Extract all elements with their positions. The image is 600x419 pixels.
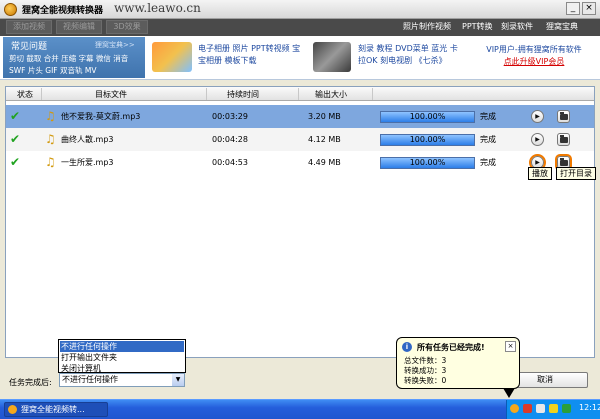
info-icon: i [402, 342, 412, 352]
minimize-button[interactable]: _ [566, 2, 580, 15]
table-header: 状态 目标文件 持续时间 输出大小 [6, 87, 594, 101]
faq-panel: 常见问题 狸窝宝典>> 剪切 截取 合并 压缩 字幕 微信 消音 SWF 片头 … [3, 37, 145, 78]
progress-bar: 100.00% [380, 157, 475, 169]
table-row[interactable]: ✔ ♫ 他不爱我-莫文蔚.mp3 00:03:29 3.20 MB 100.00… [6, 105, 594, 128]
leawo-tray-icon[interactable] [510, 404, 519, 413]
ppt-promo-icon[interactable] [152, 42, 192, 72]
dvd-promo-icon[interactable] [313, 42, 351, 72]
burn-links[interactable]: 刻录 教程 DVD菜单 蓝光 卡拉OK 刻电视剧 《七杀》 [358, 43, 462, 67]
target-file-name: 曲终人散.mp3 [61, 135, 114, 144]
column-target-file[interactable]: 目标文件 [86, 89, 136, 100]
duration-value: 00:03:29 [212, 112, 248, 121]
duration-value: 00:04:28 [212, 135, 248, 144]
task-table: 状态 目标文件 持续时间 输出大小 ✔ ♫ 他不爱我-莫文蔚.mp3 00:03… [5, 86, 596, 358]
title-bar: 狸窝全能视频转换器 www.leawo.cn _ × [0, 0, 600, 19]
vip-upgrade-link[interactable]: 点此升级VIP会员 [470, 56, 598, 68]
balloon-close-button[interactable]: × [505, 341, 516, 352]
add-video-button[interactable]: 添加视频 [6, 20, 52, 34]
system-tray: 12:12 [506, 400, 600, 419]
shield-icon[interactable] [523, 404, 532, 413]
progress-bar: 100.00% [380, 134, 475, 146]
status-text: 完成 [480, 112, 496, 121]
output-size-value: 4.49 MB [308, 158, 341, 167]
progress-bar: 100.00% [380, 111, 475, 123]
taskbar: 狸窝全能视频转... 12:12 [0, 399, 600, 419]
option-no-action[interactable]: 不进行任何操作 [60, 341, 184, 352]
open-folder-button[interactable] [557, 133, 570, 146]
music-note-icon: ♫ [45, 155, 56, 169]
after-complete-label: 任务完成后: [9, 378, 52, 387]
folder-icon [560, 112, 568, 120]
table-row[interactable]: ✔ ♫ 一生所爱.mp3 00:04:53 4.49 MB 100.00% 完成… [6, 151, 594, 174]
option-open-output-folder[interactable]: 打开输出文件夹 [60, 352, 184, 363]
window-title: 狸窝全能视频转换器 [22, 6, 104, 16]
after-complete-dropdown: 不进行任何操作 打开输出文件夹 关闭计算机 [58, 339, 186, 373]
chevron-down-icon[interactable]: ▼ [172, 374, 184, 386]
check-icon: ✔ [10, 132, 21, 146]
close-button[interactable]: × [582, 2, 596, 15]
column-duration[interactable]: 持续时间 [218, 89, 268, 100]
folder-icon [560, 158, 568, 166]
open-folder-tooltip: 打开目录 [556, 167, 596, 180]
output-size-value: 3.20 MB [308, 112, 341, 121]
app-window: 狸窝全能视频转换器 www.leawo.cn _ × 添加视频 视频编辑 3D效… [0, 0, 600, 399]
menu-burn-software[interactable]: 刻录软件 [501, 21, 533, 33]
music-note-icon: ♫ [45, 132, 56, 146]
site-url: www.leawo.cn [114, 1, 201, 15]
menu-photo-video[interactable]: 照片制作视频 [403, 21, 451, 33]
column-status[interactable]: 状态 [14, 89, 36, 100]
total-files-text: 总文件数：3 [404, 356, 447, 365]
output-size-value: 4.12 MB [308, 135, 341, 144]
network-icon[interactable] [536, 404, 545, 413]
status-text: 完成 [480, 158, 496, 167]
duration-value: 00:04:53 [212, 158, 248, 167]
success-count-text: 转换成功：3 [404, 366, 447, 375]
column-divider [298, 88, 299, 100]
after-complete-select[interactable]: 不进行任何操作 ▼ [59, 373, 185, 387]
target-file-name: 一生所爱.mp3 [61, 158, 114, 167]
faq-title: 常见问题 [11, 42, 48, 52]
promo-strip: 常见问题 狸窝宝典>> 剪切 截取 合并 压缩 字幕 微信 消音 SWF 片头 … [0, 36, 600, 80]
app-logo-icon [8, 405, 17, 414]
check-icon: ✔ [10, 155, 21, 169]
play-tooltip: 播放 [528, 167, 552, 180]
column-divider [372, 88, 373, 100]
play-button[interactable]: ▶ [531, 110, 544, 123]
balloon-title: 所有任务已经完成! [417, 343, 485, 352]
failed-count-text: 转换失败：0 [404, 376, 447, 385]
column-divider [206, 88, 207, 100]
menu-leawo-guide[interactable]: 狸窝宝典 [546, 21, 578, 33]
album-links[interactable]: 电子相册 照片 PPT转视频 宝宝相册 模板下载 [198, 43, 302, 67]
taskbar-app-label: 狸窝全能视频转... [21, 405, 85, 414]
music-note-icon: ♫ [45, 109, 56, 123]
vip-text: VIP用户-拥有狸窝所有软件 [486, 45, 582, 54]
after-complete-value: 不进行任何操作 [62, 375, 118, 384]
warning-icon[interactable] [549, 404, 558, 413]
column-output-size[interactable]: 输出大小 [306, 89, 356, 100]
3d-effect-button[interactable]: 3D效果 [106, 20, 148, 34]
completion-balloon: i 所有任务已经完成! × 总文件数：3 转换成功：3 转换失败：0 [396, 337, 520, 398]
faq-more-link[interactable]: 狸窝宝典>> [95, 40, 135, 50]
app-logo-icon [4, 3, 17, 16]
clock: 12:12 [579, 403, 600, 412]
folder-icon [560, 135, 568, 143]
faq-links[interactable]: 剪切 截取 合并 压缩 字幕 微信 消音 SWF 片头 GIF 双音轨 MV [9, 53, 145, 77]
menu-bar: 添加视频 视频编辑 3D效果 照片制作视频 PPT转换 刻录软件 狸窝宝典 [0, 19, 600, 36]
check-icon: ✔ [10, 109, 21, 123]
status-icon[interactable] [562, 404, 571, 413]
target-file-name: 他不爱我-莫文蔚.mp3 [61, 112, 141, 121]
edit-video-button[interactable]: 视频编辑 [56, 20, 102, 34]
column-divider [41, 88, 42, 100]
play-button[interactable]: ▶ [531, 133, 544, 146]
vip-block: VIP用户-拥有狸窝所有软件 点此升级VIP会员 [470, 44, 598, 68]
menu-ppt-convert[interactable]: PPT转换 [462, 21, 493, 33]
taskbar-app-item[interactable]: 狸窝全能视频转... [4, 402, 108, 417]
status-text: 完成 [480, 135, 496, 144]
table-row[interactable]: ✔ ♫ 曲终人散.mp3 00:04:28 4.12 MB 100.00% 完成… [6, 128, 594, 151]
open-folder-button[interactable] [557, 110, 570, 123]
